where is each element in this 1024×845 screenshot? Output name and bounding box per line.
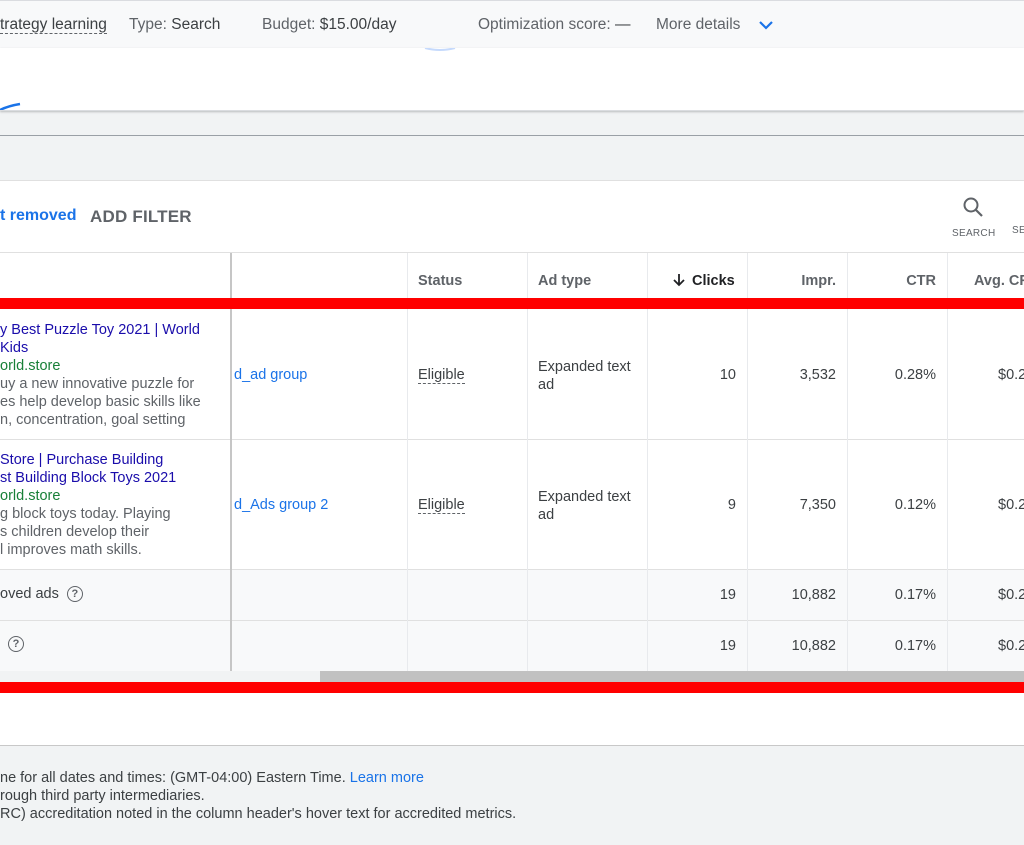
- help-icon[interactable]: ?: [8, 636, 24, 653]
- status-filter-chip[interactable]: t removed: [0, 207, 76, 225]
- accreditation-note: RC) accreditation noted in the column he…: [0, 806, 517, 822]
- help-icon[interactable]: ?: [66, 586, 83, 603]
- ctr-value: 0.28%: [894, 367, 936, 383]
- chevron-down-icon[interactable]: [758, 17, 774, 33]
- ctr-value: 0.12%: [894, 497, 936, 513]
- column-header-ad-type[interactable]: Ad type: [538, 273, 591, 289]
- total-label: ?: [0, 636, 24, 653]
- campaign-summary-bar: trategy learning Type: Search Budget: $1…: [0, 0, 1024, 49]
- total-impr: 10,882: [791, 638, 836, 654]
- add-filter-button[interactable]: ADD FILTER: [90, 207, 192, 227]
- column-header-avg-cpc[interactable]: Avg. CF: [974, 273, 1024, 289]
- ad-type-value: Expanded text ad: [538, 489, 631, 523]
- total-avg-cpc: $0.2: [998, 638, 1024, 654]
- total-ctr: 0.17%: [894, 587, 936, 603]
- horizontal-scrollbar[interactable]: [320, 671, 1024, 682]
- segment-icon: [1012, 195, 1024, 219]
- more-details-link[interactable]: More details: [656, 16, 740, 34]
- timezone-note: ne for all dates and times: (GMT-04:00) …: [0, 770, 424, 786]
- status-eligible[interactable]: Eligible: [418, 367, 465, 384]
- filter-bar: t removed ADD FILTER SEARCH SE: [0, 180, 1024, 253]
- column-header-ctr[interactable]: CTR: [848, 273, 936, 289]
- status-eligible[interactable]: Eligible: [418, 497, 465, 514]
- column-header-status[interactable]: Status: [418, 273, 462, 289]
- highlight-bar-bottom: [0, 682, 1024, 693]
- impr-value: 3,532: [799, 367, 836, 383]
- total-clicks: 19: [719, 638, 736, 654]
- impr-value: 7,350: [799, 497, 836, 513]
- bid-strategy-status[interactable]: trategy learning: [0, 16, 107, 34]
- avg-cpc-value: $0.2: [998, 497, 1024, 513]
- learn-more-link[interactable]: Learn more: [350, 770, 424, 786]
- ad-group-link[interactable]: d_ad group: [234, 367, 307, 383]
- column-header-clicks[interactable]: Clicks: [672, 273, 735, 289]
- optimization-score: Optimization score: —: [478, 16, 631, 33]
- table-bottom-panel: [0, 693, 1024, 746]
- search-tool-button[interactable]: SEARCH: [952, 195, 995, 239]
- ad-preview[interactable]: y Best Puzzle Toy 2021 | World Kids orld…: [0, 321, 201, 429]
- arrow-down-icon: [673, 274, 685, 287]
- ad-type-value: Expanded text ad: [538, 359, 631, 393]
- search-icon: [963, 197, 983, 217]
- clicks-value: 9: [727, 497, 736, 513]
- ad-group-link[interactable]: d_Ads group 2: [234, 497, 328, 513]
- ads-table: Status Ad type Clicks Impr. CTR Avg. CF …: [0, 252, 1024, 671]
- total-label: oved ads?: [0, 586, 83, 603]
- total-ctr: 0.17%: [894, 638, 936, 654]
- total-clicks: 19: [719, 587, 736, 603]
- segment-tool-button[interactable]: SE: [1012, 195, 1024, 236]
- avg-cpc-value: $0.2: [998, 367, 1024, 383]
- ad-preview[interactable]: Store | Purchase Building st Building Bl…: [0, 451, 176, 559]
- total-avg-cpc: $0.2: [998, 587, 1024, 603]
- intermediaries-note: rough third party intermediaries.: [0, 788, 205, 804]
- clicks-value: 10: [719, 367, 736, 383]
- highlight-bar-top: [0, 298, 1024, 309]
- campaign-budget: Budget: $15.00/day: [262, 16, 397, 33]
- campaign-type: Type: Search: [129, 16, 221, 33]
- performance-chart-panel: [0, 48, 1024, 111]
- column-header-impr[interactable]: Impr.: [748, 273, 836, 289]
- section-divider: [0, 135, 1024, 136]
- total-impr: 10,882: [791, 587, 836, 603]
- chart-curve: [0, 48, 456, 110]
